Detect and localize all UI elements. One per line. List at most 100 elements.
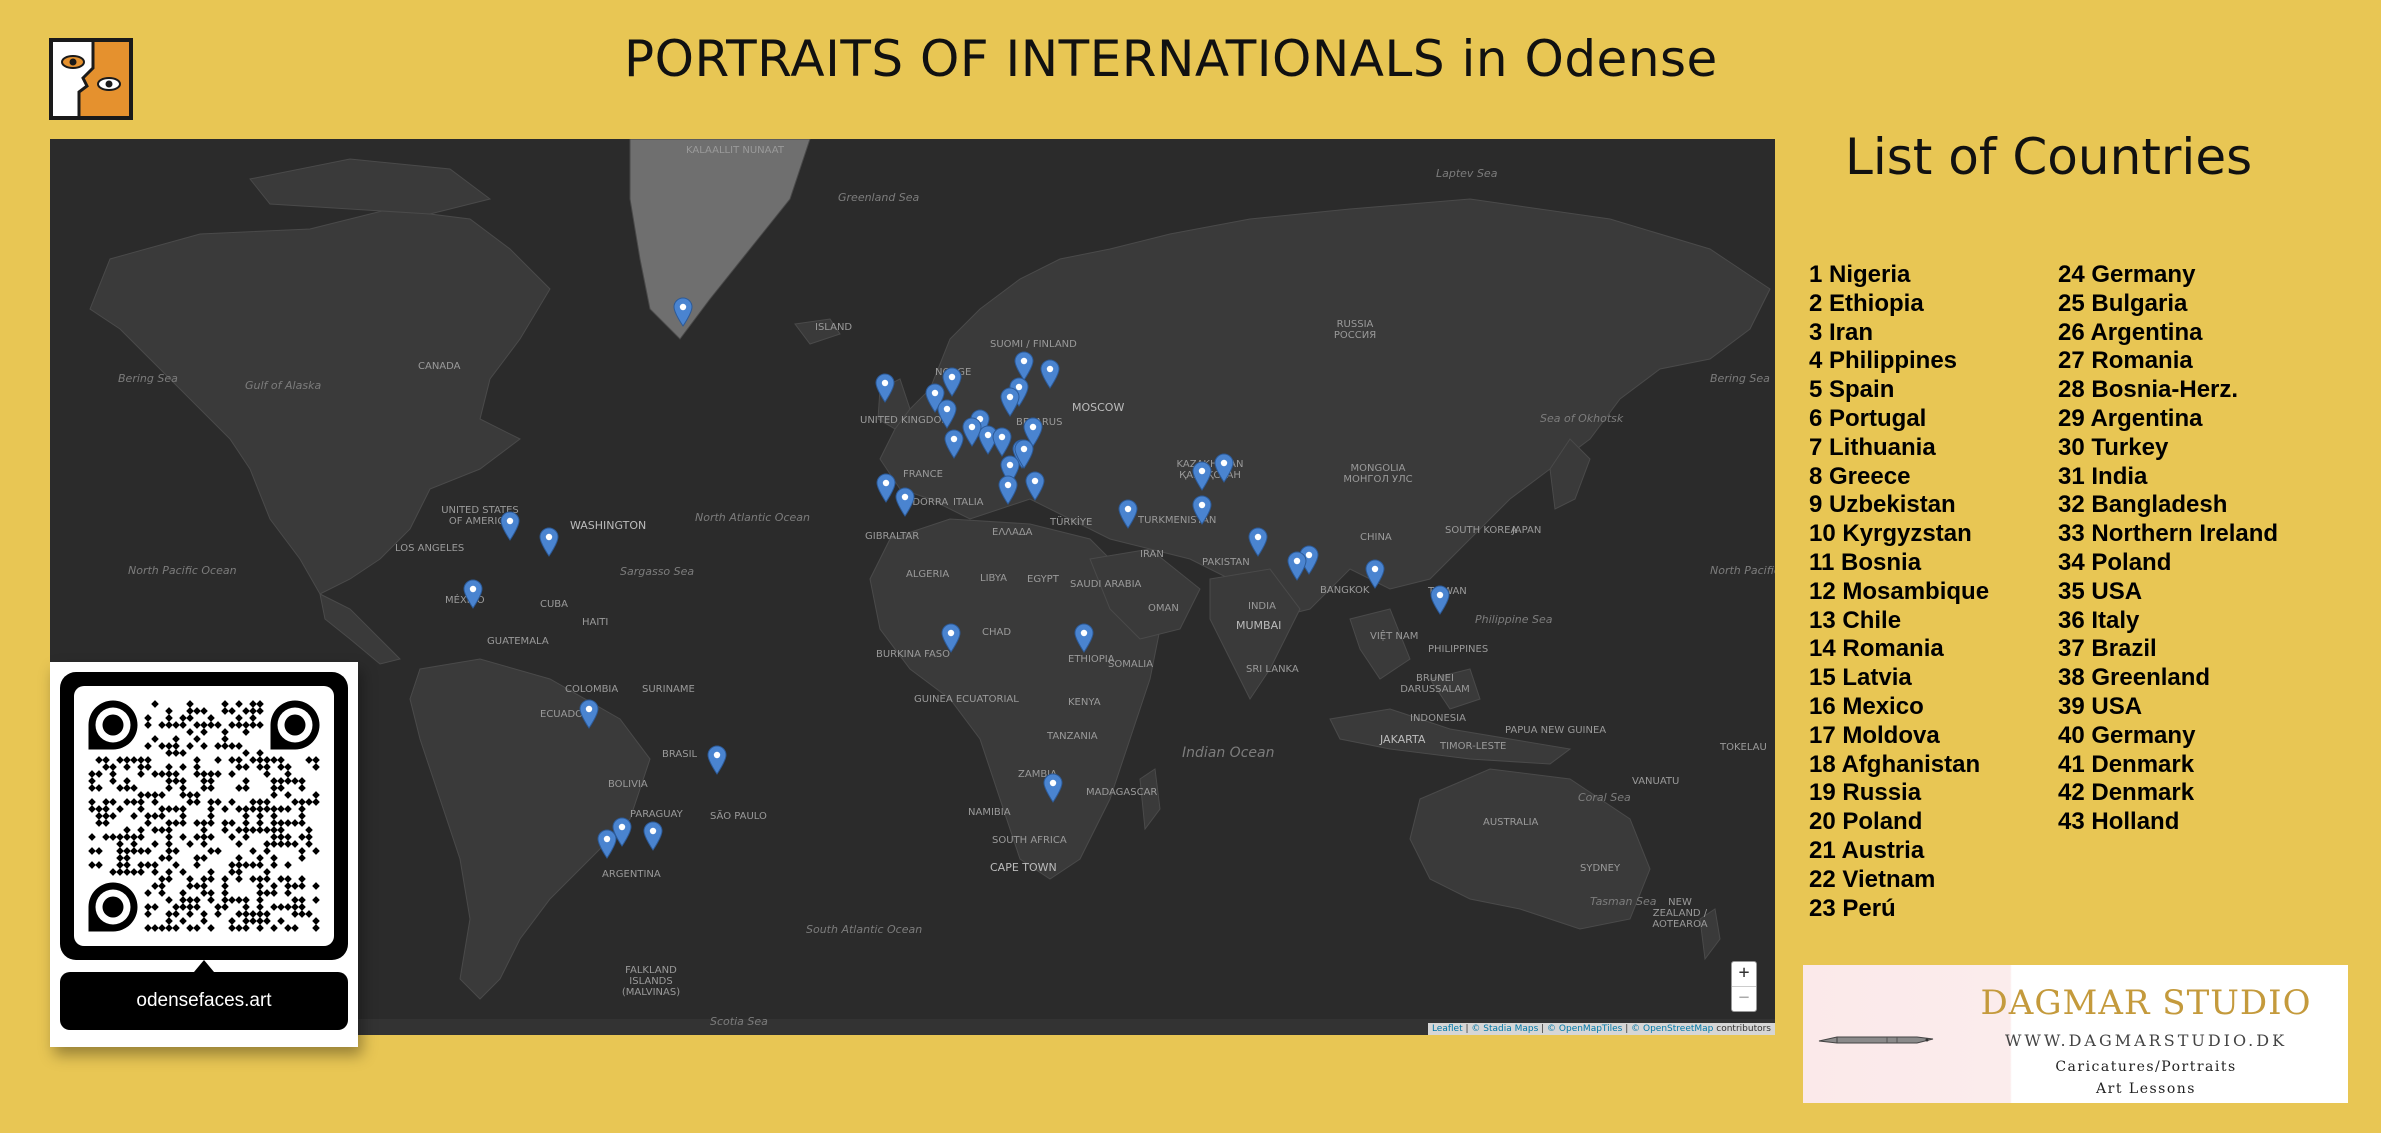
country-item: 31 India: [2058, 462, 2148, 490]
label-cape-town: CAPE TOWN: [990, 861, 1057, 874]
stadia-link[interactable]: © Stadia Maps: [1471, 1024, 1538, 1034]
location-marker-icon[interactable]: [1287, 551, 1307, 581]
studio-name: DAGMAR STUDIO: [1980, 983, 2312, 1023]
country-item: 28 Bosnia-Herz.: [2058, 376, 2239, 404]
location-marker-icon[interactable]: [937, 399, 957, 429]
label-south-atlantic: South Atlantic Ocean: [806, 923, 923, 936]
label-indian-ocean: Indian Ocean: [1182, 745, 1275, 761]
label-north-pacific: North Pacific Ocean: [128, 564, 237, 577]
omt-link[interactable]: © OpenMapTiles: [1547, 1024, 1622, 1034]
country-item: 32 Bangladesh: [2058, 491, 2228, 519]
location-marker-icon[interactable]: [1248, 527, 1268, 557]
country-item: 22 Vietnam: [1809, 865, 1936, 893]
location-marker-icon[interactable]: [1025, 471, 1045, 501]
country-item: 4 Philippines: [1809, 347, 1958, 375]
location-marker-icon[interactable]: [895, 487, 915, 517]
label-bering-sea-2: Bering Sea: [1710, 372, 1770, 385]
location-marker-icon[interactable]: [612, 817, 632, 847]
label-tanzania: TANZANIA: [1047, 731, 1098, 742]
country-item: 3 Iran: [1809, 318, 1874, 346]
country-item: 34 Poland: [2058, 548, 2172, 576]
location-marker-icon[interactable]: [876, 473, 896, 503]
country-item: 6 Portugal: [1809, 404, 1927, 432]
osm-link[interactable]: © OpenStreetMap: [1631, 1024, 1713, 1034]
label-italia: ITALIA: [953, 497, 984, 508]
qr-frame: [60, 672, 348, 960]
label-sao-paulo: SÃO PAULO: [710, 811, 767, 822]
label-canada: CANADA: [418, 361, 461, 372]
studio-banner[interactable]: DAGMAR STUDIO WWW.DAGMARSTUDIO.DK Carica…: [1803, 965, 2348, 1103]
location-marker-icon[interactable]: [1192, 495, 1212, 525]
country-item: 26 Argentina: [2058, 318, 2203, 346]
label-los-angeles: LOS ANGELES: [395, 543, 465, 554]
label-scotia: Scotia Sea: [710, 1015, 768, 1028]
zoom-out-button[interactable]: −: [1732, 986, 1756, 1011]
label-kalaallit: KALAALLIT NUNAAT: [686, 145, 784, 156]
country-item: 11 Bosnia: [1809, 548, 1922, 576]
location-marker-icon[interactable]: [707, 745, 727, 775]
location-marker-icon[interactable]: [962, 417, 982, 447]
country-item: 27 Romania: [2058, 347, 2193, 375]
location-marker-icon[interactable]: [941, 623, 961, 653]
label-greenland-sea: Greenland Sea: [838, 191, 920, 204]
location-marker-icon[interactable]: [944, 429, 964, 459]
countries-column-1: 1 Nigeria 2 Ethiopia 3 Iran 4 Philippines 5 …: [1809, 261, 1989, 923]
country-item: 37 Brazil: [2058, 635, 2157, 663]
location-marker-icon[interactable]: [875, 373, 895, 403]
label-china: CHINA: [1360, 532, 1392, 543]
label-washington: WASHINGTON: [570, 519, 647, 532]
location-marker-icon[interactable]: [942, 367, 962, 397]
country-item: 23 Perú: [1809, 894, 1896, 922]
leaflet-link[interactable]: Leaflet: [1432, 1024, 1463, 1034]
location-marker-icon[interactable]: [643, 821, 663, 851]
country-item: 1 Nigeria: [1809, 261, 1911, 288]
zoom-in-button[interactable]: +: [1732, 962, 1756, 986]
label-namibia: NAMIBIA: [968, 807, 1011, 818]
country-item: 41 Denmark: [2058, 750, 2195, 778]
qr-caption[interactable]: odensefaces.art: [60, 972, 348, 1030]
label-ellada: ΕΛΛΑΔΑ: [992, 527, 1033, 538]
label-suomi: SUOMI / FINLAND: [990, 339, 1077, 350]
location-marker-icon[interactable]: [992, 427, 1012, 457]
country-item: 17 Moldova: [1809, 721, 1940, 749]
countries-column-2: 24 Germany 25 Bulgaria 26 Argentina 27 Roma…: [2058, 261, 2278, 837]
label-ethiopia: ETHIOPIA: [1068, 654, 1115, 665]
location-marker-icon[interactable]: [1074, 623, 1094, 653]
label-papua: PAPUA NEW GUINEA: [1505, 725, 1607, 736]
location-marker-icon[interactable]: [1000, 387, 1020, 417]
location-marker-icon[interactable]: [1192, 461, 1212, 491]
label-saudi: SAUDI ARABIA: [1070, 579, 1142, 590]
location-marker-icon[interactable]: [998, 475, 1018, 505]
countries-title: List of Countries: [1845, 128, 2253, 186]
country-item: 2 Ethiopia: [1809, 289, 1924, 317]
location-marker-icon[interactable]: [1043, 773, 1063, 803]
location-marker-icon[interactable]: [1040, 359, 1060, 389]
location-marker-icon[interactable]: [463, 579, 483, 609]
label-laptev: Laptev Sea: [1436, 167, 1498, 180]
location-marker-icon[interactable]: [1365, 559, 1385, 589]
label-moscow: MOSCOW: [1072, 401, 1125, 414]
label-libya: LIBYA: [980, 573, 1008, 584]
country-item: 5 Spain: [1809, 376, 1895, 404]
zoom-control[interactable]: + −: [1731, 961, 1757, 1012]
location-marker-icon[interactable]: [1430, 585, 1450, 615]
location-marker-icon[interactable]: [1214, 453, 1234, 483]
qr-code-icon[interactable]: [74, 686, 334, 946]
qr-card[interactable]: odensefaces.art: [50, 662, 358, 1047]
location-marker-icon[interactable]: [579, 699, 599, 729]
qr-code-graphic: [88, 700, 320, 932]
studio-website[interactable]: WWW.DAGMARSTUDIO.DK: [1951, 1031, 2341, 1050]
label-turkiye: TÜRKİYE: [1050, 517, 1093, 528]
country-item: 38 Greenland: [2058, 664, 2211, 692]
label-tokelau: TOKELAU: [1720, 742, 1767, 753]
label-cuba: CUBA: [540, 599, 569, 610]
attrib-contributors: contributors: [1716, 1024, 1771, 1034]
country-item: 20 Poland: [1809, 808, 1923, 836]
country-item: 10 Kyrgyzstan: [1809, 520, 1972, 548]
location-marker-icon[interactable]: [500, 511, 520, 541]
location-marker-icon[interactable]: [1118, 499, 1138, 529]
location-marker-icon[interactable]: [539, 527, 559, 557]
location-marker-icon[interactable]: [673, 297, 693, 327]
country-item: 15 Latvia: [1809, 664, 1912, 692]
country-item: 42 Denmark: [2058, 779, 2195, 807]
